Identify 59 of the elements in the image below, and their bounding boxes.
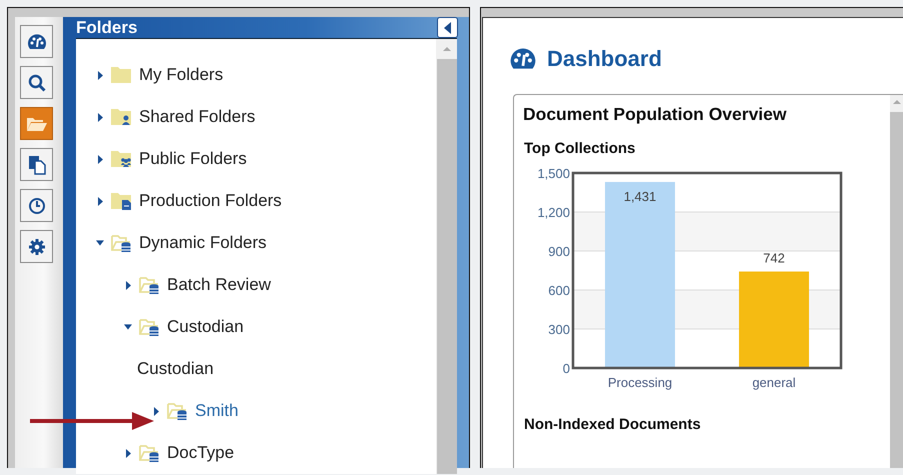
collapse-button[interactable] xyxy=(437,17,458,38)
search-icon xyxy=(28,74,46,92)
tree-item[interactable]: Batch Review xyxy=(167,275,271,295)
sidebar-tab[interactable] xyxy=(20,107,53,140)
bar-value-label: 742 xyxy=(763,250,785,266)
axis-tick-label: 0 xyxy=(562,361,570,376)
tree-item[interactable]: Dynamic Folders xyxy=(139,233,267,253)
axis-tick-label: 1,500 xyxy=(537,166,570,181)
dashboard-icon xyxy=(26,34,46,50)
tree-item[interactable]: DocType xyxy=(167,443,234,463)
folder-badge-icon xyxy=(110,191,133,211)
section-title: Non-Indexed Documents xyxy=(524,416,702,433)
axis-category-label: general xyxy=(752,375,796,390)
database-folder-icon xyxy=(166,401,189,421)
folder-icon xyxy=(110,65,133,85)
expand-caret-icon[interactable] xyxy=(98,154,102,164)
card-title: Document Population Overview xyxy=(523,104,788,125)
sidebar-tab[interactable] xyxy=(20,148,53,181)
axis-tick-label: 300 xyxy=(548,322,570,337)
tree-item[interactable]: My Folders xyxy=(139,65,224,85)
tree-item[interactable]: Custodian xyxy=(167,317,244,337)
sidebar-tab[interactable] xyxy=(20,66,53,99)
group-heading: Custodian xyxy=(137,359,214,379)
axis-tick-label: 600 xyxy=(548,283,570,298)
expand-caret-icon[interactable] xyxy=(98,196,102,206)
folder-badge-icon xyxy=(110,107,133,127)
page-title: Dashboard xyxy=(547,46,662,72)
scrollbar[interactable] xyxy=(890,95,903,468)
expand-caret-icon[interactable] xyxy=(98,70,102,80)
sidebar-tab[interactable] xyxy=(20,230,53,263)
database-folder-icon xyxy=(138,317,161,337)
folder-icon xyxy=(26,116,48,132)
axis-tick-label: 900 xyxy=(548,244,570,259)
axis-category-label: Processing xyxy=(608,375,672,390)
database-folder-icon xyxy=(138,443,161,463)
documents-icon xyxy=(28,154,46,174)
tree-item[interactable]: Production Folders xyxy=(139,191,282,211)
folder-badge-icon xyxy=(110,149,133,169)
expand-caret-icon[interactable] xyxy=(98,112,102,122)
panel-title: Folders xyxy=(76,18,138,38)
tree-item[interactable]: Public Folders xyxy=(139,149,247,169)
axis-tick-label: 1,200 xyxy=(537,205,570,220)
tree-item[interactable]: Smith xyxy=(195,401,238,421)
collapse-caret-icon[interactable] xyxy=(96,240,104,246)
sidebar-tab[interactable] xyxy=(20,189,53,222)
database-folder-icon xyxy=(110,233,133,253)
tree-item[interactable]: Shared Folders xyxy=(139,107,256,127)
clock-icon xyxy=(28,196,46,214)
database-folder-icon xyxy=(138,275,161,295)
dashboard-icon xyxy=(509,48,537,70)
expand-caret-icon[interactable] xyxy=(154,406,158,416)
section-title: Top Collections xyxy=(524,140,636,157)
bar-value-label: 1,431 xyxy=(624,188,656,204)
scrollbar[interactable] xyxy=(436,39,457,474)
expand-caret-icon[interactable] xyxy=(126,448,130,458)
sidebar-tab[interactable] xyxy=(20,25,53,58)
caret-icon xyxy=(444,22,452,34)
collapse-caret-icon[interactable] xyxy=(124,324,132,330)
expand-caret-icon[interactable] xyxy=(126,280,130,290)
